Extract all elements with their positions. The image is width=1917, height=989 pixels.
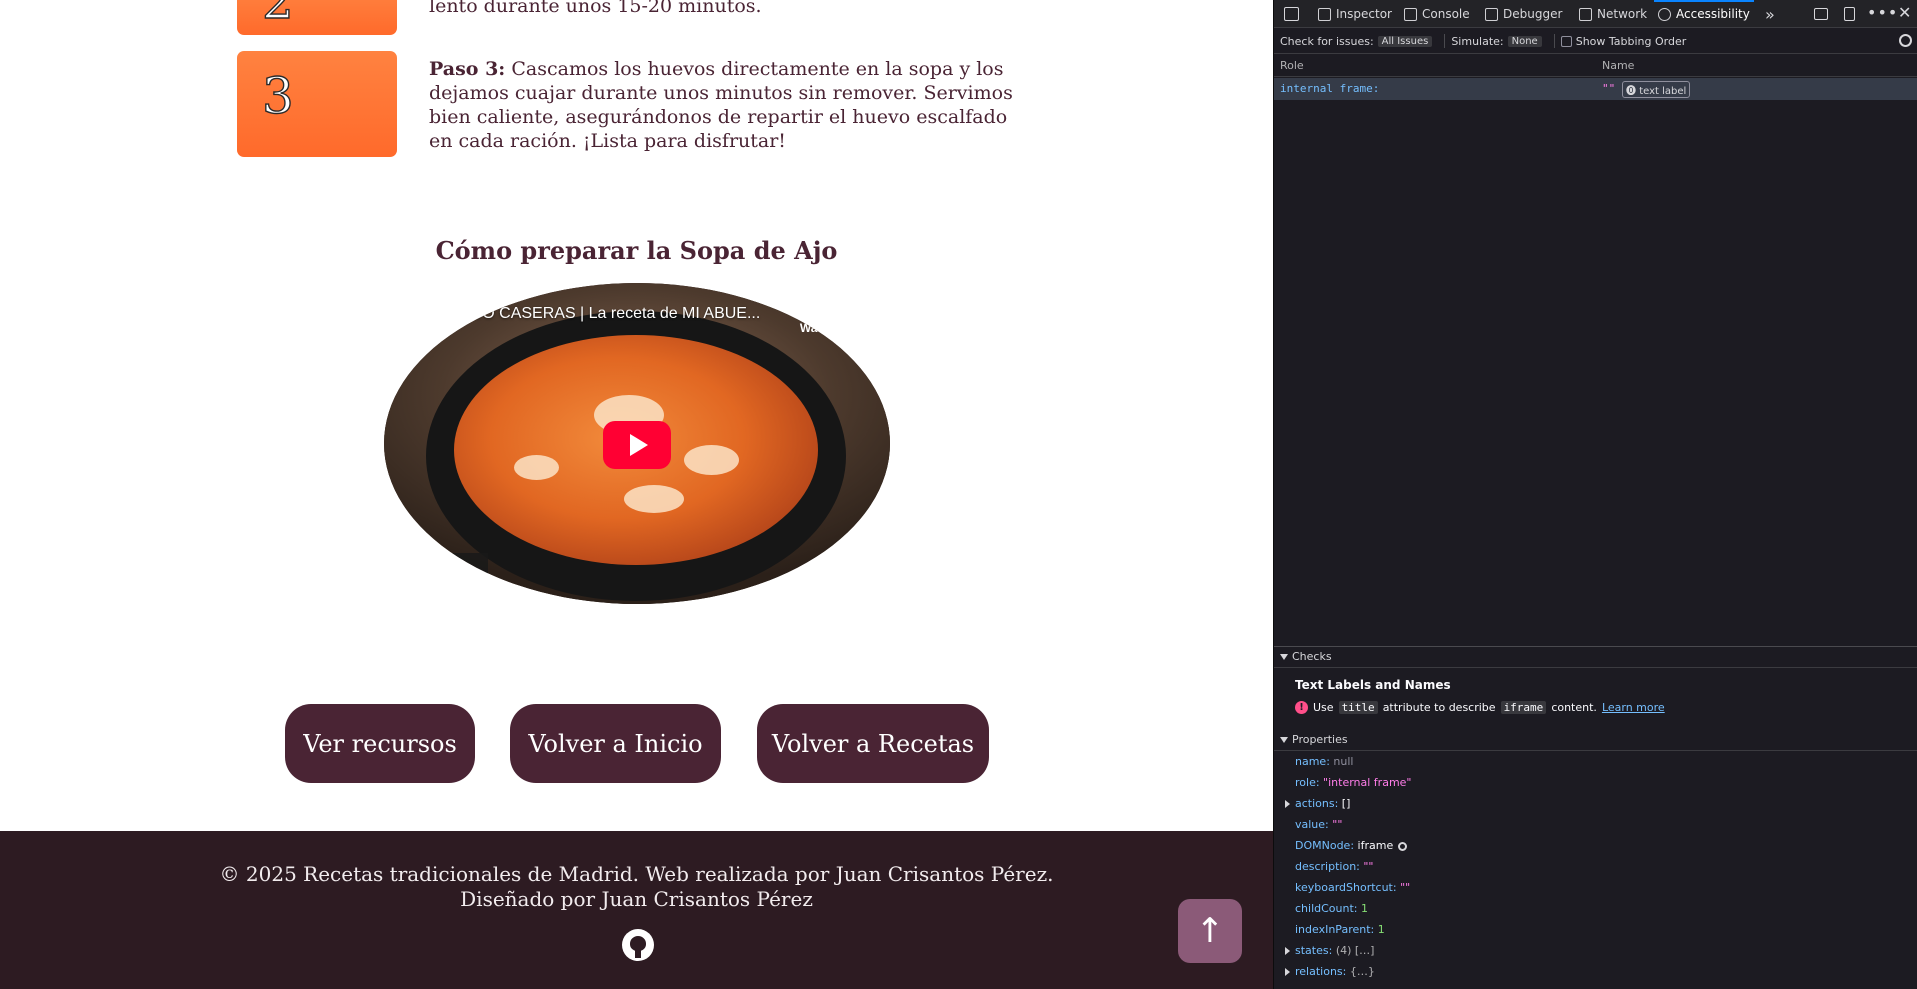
- clock-icon: [821, 293, 843, 315]
- check-title: Text Labels and Names: [1295, 678, 1451, 692]
- tab-network[interactable]: Network: [1579, 0, 1647, 28]
- property-row: indexInParent: 1: [1295, 923, 1385, 936]
- step-3-label: Paso 3:: [429, 58, 506, 80]
- site-footer: © 2025 Recetas tradicionales de Madrid. …: [0, 831, 1273, 989]
- more-tabs-icon[interactable]: »: [1765, 0, 1775, 28]
- volver-inicio-button[interactable]: Volver a Inicio: [510, 704, 721, 783]
- checks-section-header[interactable]: Checks: [1274, 646, 1917, 668]
- video-title[interactable]: AS DE AJO CASERAS | La receta de MI ABUE…: [384, 305, 804, 323]
- scroll-to-top-button[interactable]: ↑: [1178, 899, 1242, 963]
- inspector-icon: [1318, 7, 1331, 21]
- properties-section-header[interactable]: Properties: [1274, 729, 1917, 751]
- tree-row-role: internal frame:: [1280, 82, 1380, 95]
- tab-accessibility[interactable]: Accessibility: [1654, 0, 1754, 28]
- expand-icon[interactable]: [1285, 800, 1290, 808]
- play-icon[interactable]: [603, 421, 671, 469]
- network-icon: [1579, 7, 1592, 21]
- youtube-video-embed[interactable]: AS DE AJO CASERAS | La receta de MI ABUE…: [384, 283, 890, 604]
- property-row: role: "internal frame": [1295, 776, 1412, 789]
- toolbar-divider: [1444, 34, 1446, 48]
- tree-row[interactable]: internal frame: "" ⓿ text label: [1274, 78, 1917, 100]
- property-row[interactable]: states: (4) […]: [1285, 944, 1374, 957]
- tab-console[interactable]: Console: [1404, 0, 1470, 28]
- tree-row-name: "": [1602, 82, 1616, 95]
- select-node-icon[interactable]: [1398, 841, 1408, 851]
- property-row: childCount: 1: [1295, 902, 1368, 915]
- check-message: ! Use title attribute to describe iframe…: [1295, 701, 1665, 714]
- youtube-logo[interactable]: YouTube: [406, 553, 488, 599]
- property-row: value: "": [1295, 818, 1343, 831]
- tabbing-order-toggle[interactable]: Show Tabbing Order: [1560, 35, 1686, 48]
- footer-copyright: © 2025 Recetas tradicionales de Madrid. …: [219, 862, 1054, 886]
- tab-inspector[interactable]: Inspector: [1318, 0, 1392, 28]
- expand-icon[interactable]: [1285, 968, 1290, 976]
- property-row: description: "": [1295, 860, 1374, 873]
- property-row[interactable]: actions: []: [1285, 797, 1350, 810]
- sidebar-toggle-icon[interactable]: [1814, 8, 1828, 20]
- tab-debugger[interactable]: Debugger: [1485, 0, 1562, 28]
- step-3-number: 3: [261, 67, 294, 125]
- step-2-text: lento durante unos 15-20 minutos.: [429, 0, 762, 17]
- watch-later-label: Watch later: [799, 321, 865, 335]
- simulate-select[interactable]: None: [1507, 35, 1542, 47]
- learn-more-link[interactable]: Learn more: [1602, 701, 1665, 714]
- step-3-description: Cascamos los huevos directamente en la s…: [429, 58, 1013, 152]
- step-3-text: Paso 3: Cascamos los huevos directamente…: [429, 57, 1034, 153]
- volver-recetas-button[interactable]: Volver a Recetas: [757, 704, 989, 783]
- debugger-icon: [1485, 7, 1498, 21]
- name-column-header: Name: [1602, 59, 1635, 72]
- step-2-number: 2: [261, 0, 294, 30]
- tree-header: Role Name: [1274, 55, 1917, 77]
- toolbar-divider: [1553, 34, 1555, 48]
- check-issues-label: Check for issues:: [1280, 34, 1374, 48]
- property-row: keyboardShortcut: "": [1295, 881, 1411, 894]
- video-heading: Cómo preparar la Sopa de Ajo: [435, 236, 838, 265]
- web-page: 2 lento durante unos 15-20 minutos. 3 Pa…: [0, 0, 1273, 989]
- close-icon[interactable]: ✕: [1898, 3, 1911, 22]
- property-row: DOMNode: iframe: [1295, 839, 1408, 852]
- error-icon: !: [1295, 701, 1308, 714]
- console-icon: [1404, 7, 1417, 21]
- accessibility-toolbar: Check for issues: All Issues Simulate: N…: [1274, 29, 1917, 54]
- ver-recursos-button[interactable]: Ver recursos: [285, 704, 475, 783]
- step-3-badge: 3: [237, 51, 397, 157]
- accessibility-icon: [1658, 7, 1671, 21]
- role-column-header: Role: [1280, 59, 1304, 72]
- property-row[interactable]: relations: {…}: [1285, 965, 1375, 978]
- simulate-label: Simulate:: [1451, 34, 1504, 48]
- text-label-badge[interactable]: ⓿ text label: [1622, 81, 1691, 98]
- devtools-tab-bar: Inspector Console Debugger Network Acces…: [1274, 0, 1917, 28]
- property-row: name: null: [1295, 755, 1354, 768]
- element-picker-icon[interactable]: [1284, 7, 1299, 21]
- footer-designer: Diseñado por Juan Crisantos Pérez: [460, 887, 813, 911]
- step-2-badge: 2: [237, 0, 397, 35]
- more-options-icon[interactable]: •••: [1867, 3, 1898, 22]
- watch-later-button[interactable]: Watch later: [792, 293, 872, 335]
- expand-icon[interactable]: [1285, 947, 1290, 955]
- gear-icon[interactable]: [1899, 34, 1912, 47]
- responsive-design-icon[interactable]: [1844, 7, 1855, 21]
- github-icon[interactable]: [622, 929, 654, 961]
- check-issues-select[interactable]: All Issues: [1377, 35, 1433, 47]
- devtools-panel: Inspector Console Debugger Network Acces…: [1273, 0, 1917, 989]
- checkbox-icon: [1560, 36, 1572, 47]
